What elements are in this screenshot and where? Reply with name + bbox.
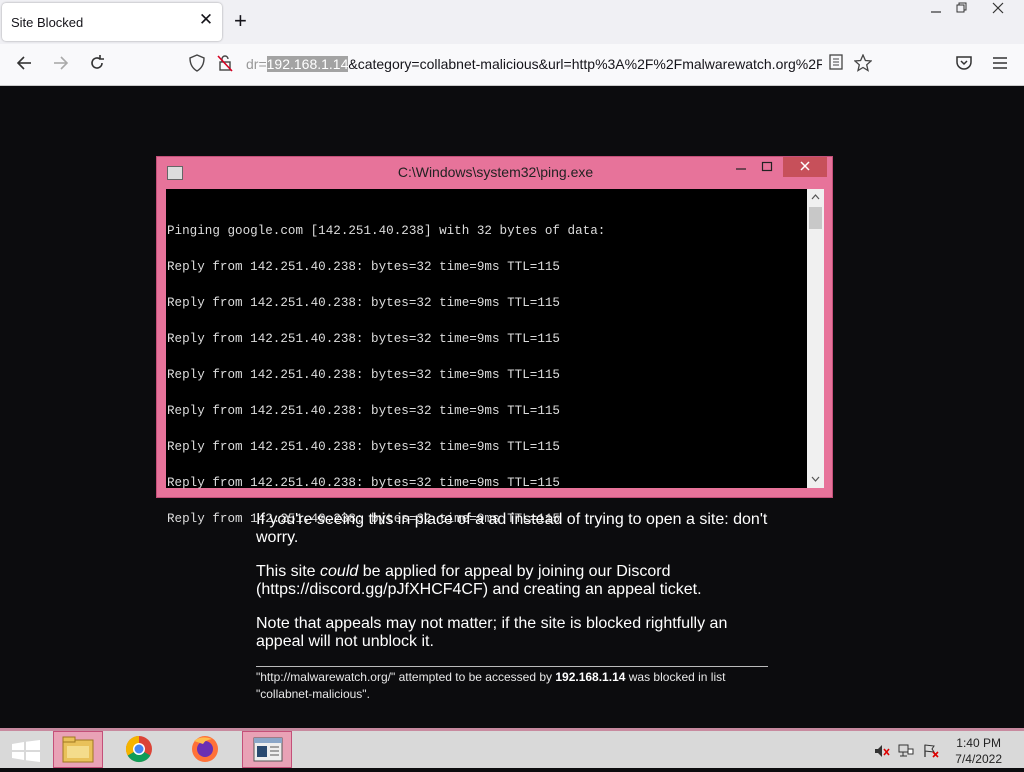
lock-insecure-icon[interactable] (215, 54, 235, 74)
tab-site-blocked[interactable]: Site Blocked ✕ (2, 3, 222, 41)
file-explorer-icon (62, 736, 94, 763)
block-details: "http://malwarewatch.org/" attempted to … (256, 669, 768, 703)
appeal-text-before: This site (256, 563, 321, 580)
system-clock[interactable]: 1:40 PM 7/4/2022 (955, 735, 1002, 767)
console-maximize-icon[interactable] (755, 157, 779, 177)
taskbar-firefox[interactable] (181, 731, 231, 768)
url-bar[interactable]: dr=192.168.1.14&category=collabnet-malic… (180, 49, 880, 79)
action-center-flag-icon[interactable] (923, 744, 939, 758)
chrome-icon (125, 735, 152, 763)
url-rest: &category=collabnet-malicious&url=http%3… (348, 56, 822, 72)
navigation-toolbar: dr=192.168.1.14&category=collabnet-malic… (0, 44, 1024, 86)
message-appeal: This site could be applied for appeal by… (256, 563, 776, 599)
volume-muted-icon[interactable] (874, 744, 890, 758)
taskbar: 1:40 PM 7/4/2022 (0, 728, 1024, 768)
bookmark-star-icon[interactable] (853, 53, 873, 74)
appeal-text-italic: could (320, 563, 359, 580)
block-details-ip: 192.168.1.14 (555, 670, 626, 684)
clock-time: 1:40 PM (956, 736, 1001, 750)
console-icon (253, 737, 283, 762)
network-icon[interactable] (898, 744, 914, 758)
clock-date: 7/4/2022 (955, 752, 1002, 766)
url-selected: 192.168.1.14 (266, 56, 349, 72)
console-output[interactable]: Pinging google.com [142.251.40.238] with… (166, 189, 807, 525)
window-close-icon[interactable] (976, 0, 1020, 22)
url-prefix: dr= (246, 56, 267, 72)
tab-close-icon[interactable]: ✕ (198, 11, 214, 28)
console-line: Reply from 142.251.40.238: bytes=32 time… (167, 296, 560, 310)
reload-icon[interactable] (86, 54, 108, 76)
pocket-icon[interactable] (953, 54, 975, 76)
message-appeal-note: Note that appeals may not matter; if the… (256, 615, 728, 650)
console-minimize-icon[interactable] (729, 157, 753, 177)
console-line: Reply from 142.251.40.238: bytes=32 time… (167, 332, 560, 346)
message-ad-notice: If you're seeing this in place of a ad i… (256, 511, 768, 546)
console-line: Reply from 142.251.40.238: bytes=32 time… (167, 368, 560, 382)
tab-strip: Site Blocked ✕ + (0, 0, 1024, 44)
shield-icon[interactable] (187, 54, 207, 74)
taskbar-file-explorer[interactable] (53, 731, 103, 768)
scroll-thumb[interactable] (809, 207, 822, 229)
firefox-icon (192, 736, 218, 762)
new-tab-button[interactable]: + (234, 10, 247, 32)
console-window[interactable]: C:\Windows\system32\ping.exe Pinging goo… (156, 156, 833, 525)
taskbar-console[interactable] (242, 731, 292, 768)
start-button[interactable] (4, 733, 48, 767)
menu-icon[interactable] (989, 54, 1011, 76)
console-line: Reply from 142.251.40.238: bytes=32 time… (167, 476, 560, 490)
console-text: Pinging google.com [142.251.40.238] with… (167, 201, 605, 549)
windows-logo-icon (12, 740, 40, 762)
console-line: Reply from 142.251.40.238: bytes=32 time… (167, 260, 560, 274)
scroll-up-icon[interactable] (807, 189, 824, 206)
url-text[interactable]: dr=192.168.1.14&category=collabnet-malic… (246, 56, 822, 72)
console-line: Reply from 142.251.40.238: bytes=32 time… (167, 404, 560, 418)
console-line: Reply from 142.251.40.238: bytes=32 time… (167, 440, 560, 454)
close-icon (800, 161, 810, 171)
console-close-button[interactable] (783, 157, 827, 177)
scroll-down-icon[interactable] (807, 471, 824, 488)
divider (256, 666, 768, 667)
tab-title: Site Blocked (11, 15, 84, 30)
back-icon[interactable] (13, 54, 35, 76)
reader-view-icon[interactable] (826, 54, 846, 74)
block-details-before: "http://malwarewatch.org/" attempted to … (256, 670, 556, 684)
console-line: Pinging google.com [142.251.40.238] with… (167, 224, 606, 238)
forward-icon[interactable] (50, 54, 72, 76)
taskbar-chrome[interactable] (115, 731, 165, 768)
console-scrollbar[interactable] (807, 189, 824, 488)
